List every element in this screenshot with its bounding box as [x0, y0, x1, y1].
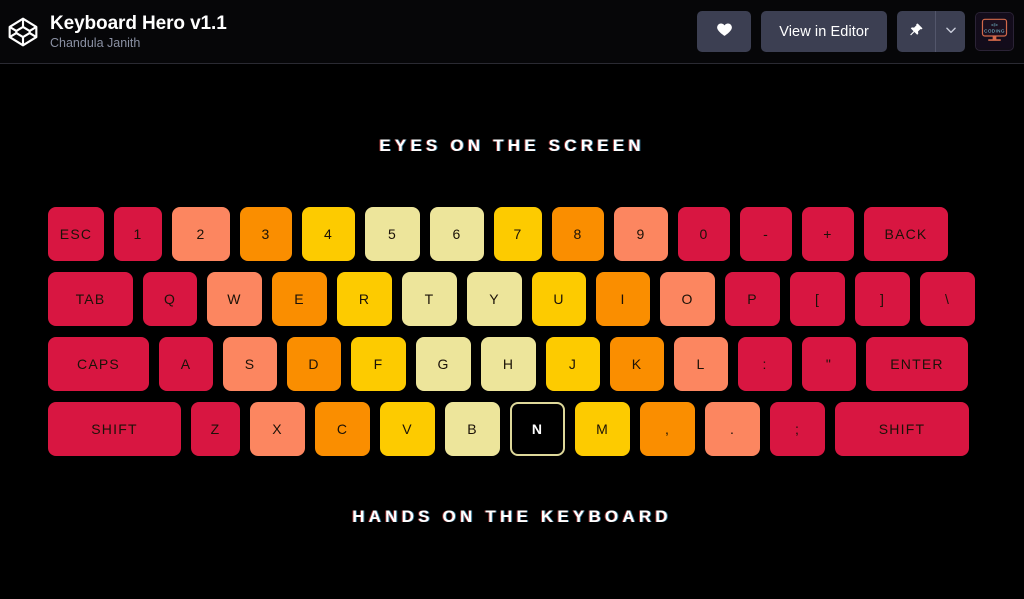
- key-6[interactable]: 6: [430, 207, 484, 261]
- key-8[interactable]: 8: [552, 207, 604, 261]
- pin-split-group: [897, 11, 965, 52]
- tagline-top: EYES ON THE SCREEN: [379, 136, 645, 155]
- key-TAB[interactable]: TAB: [48, 272, 133, 326]
- key-ENTER[interactable]: ENTER: [866, 337, 968, 391]
- brand-text: Keyboard Hero v1.1 Chandula Janith: [50, 13, 227, 51]
- key-P[interactable]: P: [725, 272, 780, 326]
- key-9[interactable]: 9: [614, 207, 668, 261]
- keyboard: ESC 1 2 3 4 5 6 7 8 9 0- + BACK TAB Q W E R T Y U I O P[] \ CAPS A…: [48, 207, 976, 467]
- header-actions: View in Editor </> CODING: [697, 11, 1014, 52]
- key-[interactable]: -: [740, 207, 792, 261]
- pen-header: Keyboard Hero v1.1 Chandula Janith View …: [0, 0, 1024, 64]
- key-W[interactable]: W: [207, 272, 262, 326]
- key-L[interactable]: L: [674, 337, 728, 391]
- key-[interactable]: [: [790, 272, 845, 326]
- key-M[interactable]: M: [575, 402, 630, 456]
- coding-monitor-avatar-icon: </> CODING: [976, 13, 1013, 50]
- key-Z[interactable]: Z: [191, 402, 240, 456]
- keyboard-row: TAB Q W E R T Y U I O P[] \: [48, 272, 976, 326]
- keyboard-row: CAPS A S D F G H J K L: " ENTER: [48, 337, 976, 391]
- key-S[interactable]: S: [223, 337, 277, 391]
- key-C[interactable]: C: [315, 402, 370, 456]
- heart-icon: [716, 21, 733, 43]
- key-[interactable]: +: [802, 207, 854, 261]
- key-1[interactable]: 1: [114, 207, 162, 261]
- key-I[interactable]: I: [596, 272, 650, 326]
- key-J[interactable]: J: [546, 337, 600, 391]
- key-[interactable]: ": [802, 337, 856, 391]
- key-2[interactable]: 2: [172, 207, 230, 261]
- key-T[interactable]: T: [402, 272, 457, 326]
- keyboard-row: ESC 1 2 3 4 5 6 7 8 9 0- + BACK: [48, 207, 976, 261]
- view-in-editor-button[interactable]: View in Editor: [761, 11, 887, 52]
- key-BACK[interactable]: BACK: [864, 207, 948, 261]
- key-E[interactable]: E: [272, 272, 327, 326]
- key-U[interactable]: U: [532, 272, 586, 326]
- key-H[interactable]: H: [481, 337, 536, 391]
- key-SHIFT[interactable]: SHIFT: [835, 402, 969, 456]
- key-A[interactable]: A: [159, 337, 213, 391]
- key-CAPS[interactable]: CAPS: [48, 337, 149, 391]
- key-7[interactable]: 7: [494, 207, 542, 261]
- pin-button[interactable]: [897, 11, 935, 52]
- key-N[interactable]: N: [510, 402, 565, 456]
- brand: Keyboard Hero v1.1 Chandula Janith: [6, 13, 227, 51]
- tagline-bottom: HANDS ON THE KEYBOARD: [352, 507, 672, 526]
- codepen-logo-icon[interactable]: [6, 15, 40, 49]
- pin-icon: [908, 22, 924, 41]
- chevron-down-icon: [944, 23, 958, 40]
- key-K[interactable]: K: [610, 337, 664, 391]
- key-B[interactable]: B: [445, 402, 500, 456]
- key-[interactable]: ,: [640, 402, 695, 456]
- key-3[interactable]: 3: [240, 207, 292, 261]
- key-[interactable]: .: [705, 402, 760, 456]
- key-[interactable]: ;: [770, 402, 825, 456]
- keyboard-row: SHIFT Z X C V B N M,.; SHIFT: [48, 402, 976, 456]
- avatar[interactable]: </> CODING: [975, 12, 1014, 51]
- page-title: Keyboard Hero v1.1: [50, 12, 227, 34]
- key-0[interactable]: 0: [678, 207, 730, 261]
- svg-text:</>: </>: [991, 22, 998, 27]
- key-ESC[interactable]: ESC: [48, 207, 104, 261]
- key-X[interactable]: X: [250, 402, 305, 456]
- key-F[interactable]: F: [351, 337, 406, 391]
- key-D[interactable]: D: [287, 337, 341, 391]
- key-[interactable]: :: [738, 337, 792, 391]
- key-5[interactable]: 5: [365, 207, 420, 261]
- key-V[interactable]: V: [380, 402, 435, 456]
- pin-dropdown-button[interactable]: [935, 11, 965, 52]
- pen-stage: EYES ON THE SCREEN ESC 1 2 3 4 5 6 7 8 9 0- + BACK TA…: [0, 64, 1024, 599]
- key-O[interactable]: O: [660, 272, 715, 326]
- key-4[interactable]: 4: [302, 207, 355, 261]
- key-[interactable]: ]: [855, 272, 910, 326]
- pen-author[interactable]: Chandula Janith: [50, 35, 227, 51]
- key-R[interactable]: R: [337, 272, 392, 326]
- svg-text:CODING: CODING: [984, 28, 1005, 33]
- key-[interactable]: \: [920, 272, 975, 326]
- key-Y[interactable]: Y: [467, 272, 522, 326]
- key-G[interactable]: G: [416, 337, 471, 391]
- key-Q[interactable]: Q: [143, 272, 197, 326]
- key-SHIFT[interactable]: SHIFT: [48, 402, 181, 456]
- love-button[interactable]: [697, 11, 752, 52]
